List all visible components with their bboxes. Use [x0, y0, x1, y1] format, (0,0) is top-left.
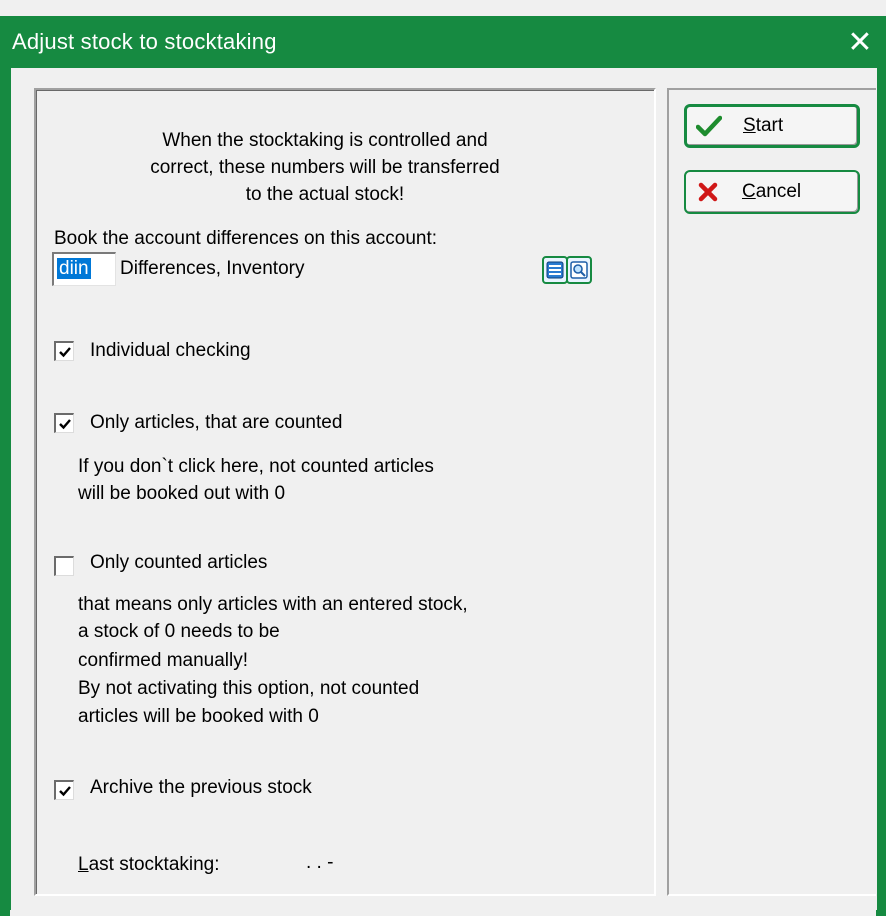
only-counted-desc-2: a stock of 0 needs to be — [78, 621, 280, 642]
account-code-value: diin — [57, 258, 91, 279]
account-label: Book the account differences on this acc… — [54, 228, 438, 249]
only-counted-articles-label: Only counted articles — [90, 552, 268, 573]
close-button[interactable]: ✕ — [834, 16, 886, 68]
intro-line-3: to the actual stock! — [245, 184, 405, 205]
checkmark-icon — [58, 418, 71, 429]
last-stocktaking-label: Last stocktaking: — [78, 852, 220, 878]
last-stocktaking-label-rest: ast stocktaking: — [88, 854, 220, 875]
window-border-left — [0, 68, 10, 916]
checkmark-icon — [58, 346, 71, 357]
list-button[interactable] — [542, 256, 568, 284]
title-bar[interactable]: Adjust stock to stocktaking ✕ — [0, 16, 886, 68]
list-icon — [546, 261, 564, 279]
window-title: Adjust stock to stocktaking — [12, 29, 277, 54]
search-icon — [570, 261, 588, 279]
cancel-button-label: Cancel — [742, 181, 802, 202]
last-stocktaking-value: . . - — [306, 852, 334, 873]
archive-previous-stock-label: Archive the previous stock — [90, 777, 312, 798]
intro-line-2: correct, these numbers will be transferr… — [150, 157, 500, 178]
account-code-input[interactable]: diin — [52, 252, 116, 286]
account-name: Differences, Inventory — [120, 258, 305, 279]
start-button[interactable]: Start — [684, 104, 860, 148]
only-articles-counted-hint-1: If you don`t click here, not counted art… — [78, 456, 434, 477]
close-icon: ✕ — [847, 25, 873, 59]
checkmark-icon — [696, 115, 722, 137]
only-counted-desc-3: confirmed manually! — [78, 650, 249, 671]
cancel-button[interactable]: Cancel — [684, 170, 860, 214]
start-button-label: Start — [743, 115, 784, 136]
only-articles-counted-label: Only articles, that are counted — [90, 412, 343, 433]
only-articles-counted-checkbox[interactable] — [54, 413, 74, 433]
individual-checking-label: Individual checking — [90, 340, 251, 361]
only-counted-desc-1: that means only articles with an entered… — [78, 594, 468, 615]
individual-checking-checkbox[interactable] — [54, 341, 74, 361]
only-counted-articles-checkbox[interactable] — [54, 556, 74, 576]
search-button[interactable] — [566, 256, 592, 284]
only-counted-desc-4: By not activating this option, not count… — [78, 678, 420, 699]
intro-line-1: When the stocktaking is controlled and — [162, 130, 488, 151]
dialog-window: Adjust stock to stocktaking ✕ When the s… — [0, 0, 886, 916]
only-counted-desc-5: articles will be booked with 0 — [78, 706, 319, 727]
only-articles-counted-hint-2: will be booked out with 0 — [78, 483, 286, 504]
cross-icon — [698, 182, 718, 202]
checkmark-icon — [58, 785, 71, 796]
last-stocktaking-accel: L — [78, 854, 89, 875]
archive-previous-stock-checkbox[interactable] — [54, 780, 74, 800]
